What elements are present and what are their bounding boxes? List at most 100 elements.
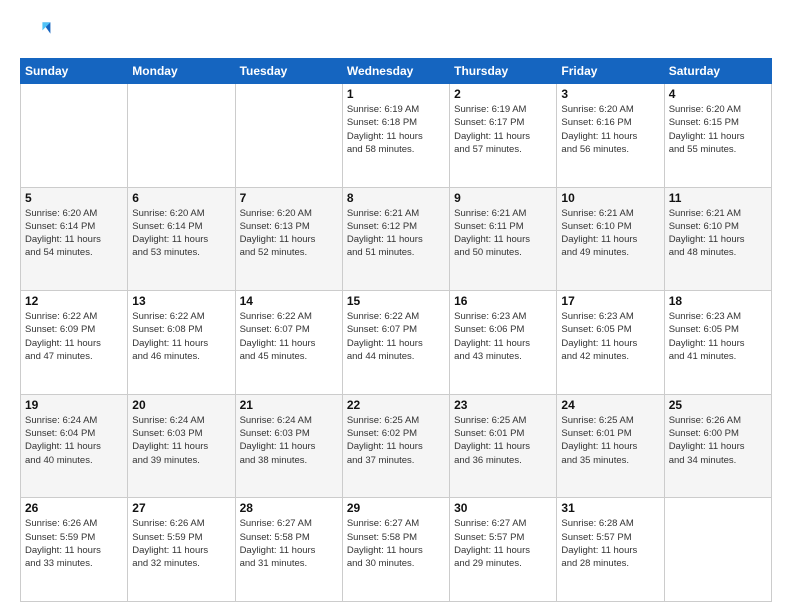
day-number: 2 <box>454 87 552 101</box>
day-info: Sunrise: 6:26 AM Sunset: 6:00 PM Dayligh… <box>669 414 767 467</box>
calendar-cell: 5Sunrise: 6:20 AM Sunset: 6:14 PM Daylig… <box>21 187 128 291</box>
calendar-cell: 30 Sunrise: 6:27 AM Sunset: 5:57 PM Dayli… <box>450 498 557 602</box>
day-number: 25 <box>669 398 767 412</box>
day-info: Sunrise: 6:20 AM Sunset: 6:15 PM Dayligh… <box>669 103 767 156</box>
day-number: 23 <box>454 398 552 412</box>
calendar-cell: 12Sunrise: 6:22 AM Sunset: 6:09 PM Dayli… <box>21 291 128 395</box>
day-number: 18 <box>669 294 767 308</box>
logo-icon <box>20 16 52 48</box>
calendar-cell: 11 Sunrise: 6:21 AM Sunset: 6:10 PM Dayli… <box>664 187 771 291</box>
day-info: Sunrise: 6:22 AM Sunset: 6:08 PM Dayligh… <box>132 310 230 363</box>
day-info: Sunrise: 6:27 AM Sunset: 5:58 PM Dayligh… <box>240 517 338 570</box>
day-info: Sunrise: 6:25 AM Sunset: 6:01 PM Dayligh… <box>454 414 552 467</box>
calendar-cell <box>235 84 342 188</box>
calendar-cell <box>21 84 128 188</box>
day-number: 27 <box>132 501 230 515</box>
calendar-cell: 31 Sunrise: 6:28 AM Sunset: 5:57 PM Dayli… <box>557 498 664 602</box>
day-number: 12 <box>25 294 123 308</box>
logo <box>20 16 56 48</box>
calendar-cell: 23 Sunrise: 6:25 AM Sunset: 6:01 PM Dayli… <box>450 394 557 498</box>
day-number: 10 <box>561 191 659 205</box>
calendar-cell: 27 Sunrise: 6:26 AM Sunset: 5:59 PM Dayli… <box>128 498 235 602</box>
day-info: Sunrise: 6:26 AM Sunset: 5:59 PM Dayligh… <box>132 517 230 570</box>
day-number: 20 <box>132 398 230 412</box>
calendar-cell: 14 Sunrise: 6:22 AM Sunset: 6:07 PM Dayli… <box>235 291 342 395</box>
calendar-cell: 19Sunrise: 6:24 AM Sunset: 6:04 PM Dayli… <box>21 394 128 498</box>
calendar-header-saturday: Saturday <box>664 59 771 84</box>
day-info: Sunrise: 6:26 AM Sunset: 5:59 PM Dayligh… <box>25 517 123 570</box>
day-number: 26 <box>25 501 123 515</box>
day-number: 28 <box>240 501 338 515</box>
day-number: 3 <box>561 87 659 101</box>
day-info: Sunrise: 6:23 AM Sunset: 6:05 PM Dayligh… <box>669 310 767 363</box>
day-number: 4 <box>669 87 767 101</box>
day-number: 14 <box>240 294 338 308</box>
day-info: Sunrise: 6:21 AM Sunset: 6:11 PM Dayligh… <box>454 207 552 260</box>
day-info: Sunrise: 6:28 AM Sunset: 5:57 PM Dayligh… <box>561 517 659 570</box>
day-info: Sunrise: 6:21 AM Sunset: 6:10 PM Dayligh… <box>669 207 767 260</box>
day-info: Sunrise: 6:20 AM Sunset: 6:16 PM Dayligh… <box>561 103 659 156</box>
day-info: Sunrise: 6:21 AM Sunset: 6:12 PM Dayligh… <box>347 207 445 260</box>
day-info: Sunrise: 6:24 AM Sunset: 6:03 PM Dayligh… <box>240 414 338 467</box>
day-info: Sunrise: 6:19 AM Sunset: 6:18 PM Dayligh… <box>347 103 445 156</box>
calendar-cell: 29 Sunrise: 6:27 AM Sunset: 5:58 PM Dayli… <box>342 498 449 602</box>
day-number: 30 <box>454 501 552 515</box>
day-info: Sunrise: 6:22 AM Sunset: 6:07 PM Dayligh… <box>347 310 445 363</box>
calendar-cell: 7 Sunrise: 6:20 AM Sunset: 6:13 PM Daylig… <box>235 187 342 291</box>
calendar-header-row: SundayMondayTuesdayWednesdayThursdayFrid… <box>21 59 772 84</box>
calendar-cell: 15Sunrise: 6:22 AM Sunset: 6:07 PM Dayli… <box>342 291 449 395</box>
day-number: 9 <box>454 191 552 205</box>
day-number: 11 <box>669 191 767 205</box>
calendar-cell: 21 Sunrise: 6:24 AM Sunset: 6:03 PM Dayli… <box>235 394 342 498</box>
day-number: 22 <box>347 398 445 412</box>
calendar-cell: 24 Sunrise: 6:25 AM Sunset: 6:01 PM Dayli… <box>557 394 664 498</box>
calendar-week-5: 26 Sunrise: 6:26 AM Sunset: 5:59 PM Dayli… <box>21 498 772 602</box>
calendar-cell: 18 Sunrise: 6:23 AM Sunset: 6:05 PM Dayli… <box>664 291 771 395</box>
calendar-cell: 13 Sunrise: 6:22 AM Sunset: 6:08 PM Dayli… <box>128 291 235 395</box>
day-number: 1 <box>347 87 445 101</box>
calendar-cell: 4 Sunrise: 6:20 AM Sunset: 6:15 PM Daylig… <box>664 84 771 188</box>
calendar-week-3: 12Sunrise: 6:22 AM Sunset: 6:09 PM Dayli… <box>21 291 772 395</box>
calendar-table: SundayMondayTuesdayWednesdayThursdayFrid… <box>20 58 772 602</box>
day-info: Sunrise: 6:20 AM Sunset: 6:14 PM Dayligh… <box>132 207 230 260</box>
calendar-header-friday: Friday <box>557 59 664 84</box>
calendar-cell: 10 Sunrise: 6:21 AM Sunset: 6:10 PM Dayli… <box>557 187 664 291</box>
day-number: 29 <box>347 501 445 515</box>
day-number: 21 <box>240 398 338 412</box>
day-number: 6 <box>132 191 230 205</box>
calendar-cell: 3 Sunrise: 6:20 AM Sunset: 6:16 PM Daylig… <box>557 84 664 188</box>
calendar-cell: 16Sunrise: 6:23 AM Sunset: 6:06 PM Dayli… <box>450 291 557 395</box>
calendar-header-wednesday: Wednesday <box>342 59 449 84</box>
day-info: Sunrise: 6:25 AM Sunset: 6:01 PM Dayligh… <box>561 414 659 467</box>
day-info: Sunrise: 6:23 AM Sunset: 6:06 PM Dayligh… <box>454 310 552 363</box>
day-info: Sunrise: 6:23 AM Sunset: 6:05 PM Dayligh… <box>561 310 659 363</box>
calendar-cell: 28 Sunrise: 6:27 AM Sunset: 5:58 PM Dayli… <box>235 498 342 602</box>
day-number: 17 <box>561 294 659 308</box>
calendar-cell: 8Sunrise: 6:21 AM Sunset: 6:12 PM Daylig… <box>342 187 449 291</box>
page: SundayMondayTuesdayWednesdayThursdayFrid… <box>0 0 792 612</box>
calendar-cell <box>128 84 235 188</box>
day-info: Sunrise: 6:27 AM Sunset: 5:57 PM Dayligh… <box>454 517 552 570</box>
calendar-cell: 26 Sunrise: 6:26 AM Sunset: 5:59 PM Dayli… <box>21 498 128 602</box>
calendar-header-thursday: Thursday <box>450 59 557 84</box>
day-info: Sunrise: 6:22 AM Sunset: 6:07 PM Dayligh… <box>240 310 338 363</box>
day-info: Sunrise: 6:24 AM Sunset: 6:03 PM Dayligh… <box>132 414 230 467</box>
day-info: Sunrise: 6:21 AM Sunset: 6:10 PM Dayligh… <box>561 207 659 260</box>
calendar-cell: 17 Sunrise: 6:23 AM Sunset: 6:05 PM Dayli… <box>557 291 664 395</box>
day-number: 31 <box>561 501 659 515</box>
day-info: Sunrise: 6:20 AM Sunset: 6:13 PM Dayligh… <box>240 207 338 260</box>
day-info: Sunrise: 6:27 AM Sunset: 5:58 PM Dayligh… <box>347 517 445 570</box>
day-number: 5 <box>25 191 123 205</box>
calendar-header-sunday: Sunday <box>21 59 128 84</box>
calendar-cell: 1 Sunrise: 6:19 AM Sunset: 6:18 PM Daylig… <box>342 84 449 188</box>
calendar-cell: 9 Sunrise: 6:21 AM Sunset: 6:11 PM Daylig… <box>450 187 557 291</box>
calendar-cell: 20 Sunrise: 6:24 AM Sunset: 6:03 PM Dayli… <box>128 394 235 498</box>
day-number: 13 <box>132 294 230 308</box>
calendar-cell: 2 Sunrise: 6:19 AM Sunset: 6:17 PM Daylig… <box>450 84 557 188</box>
calendar-week-2: 5 Sunrise: 6:20 AM Sunset: 6:14 PM Daylig… <box>21 187 772 291</box>
day-number: 24 <box>561 398 659 412</box>
calendar-week-1: 1 Sunrise: 6:19 AM Sunset: 6:18 PM Daylig… <box>21 84 772 188</box>
day-info: Sunrise: 6:24 AM Sunset: 6:04 PM Dayligh… <box>25 414 123 467</box>
day-number: 7 <box>240 191 338 205</box>
day-info: Sunrise: 6:19 AM Sunset: 6:17 PM Dayligh… <box>454 103 552 156</box>
